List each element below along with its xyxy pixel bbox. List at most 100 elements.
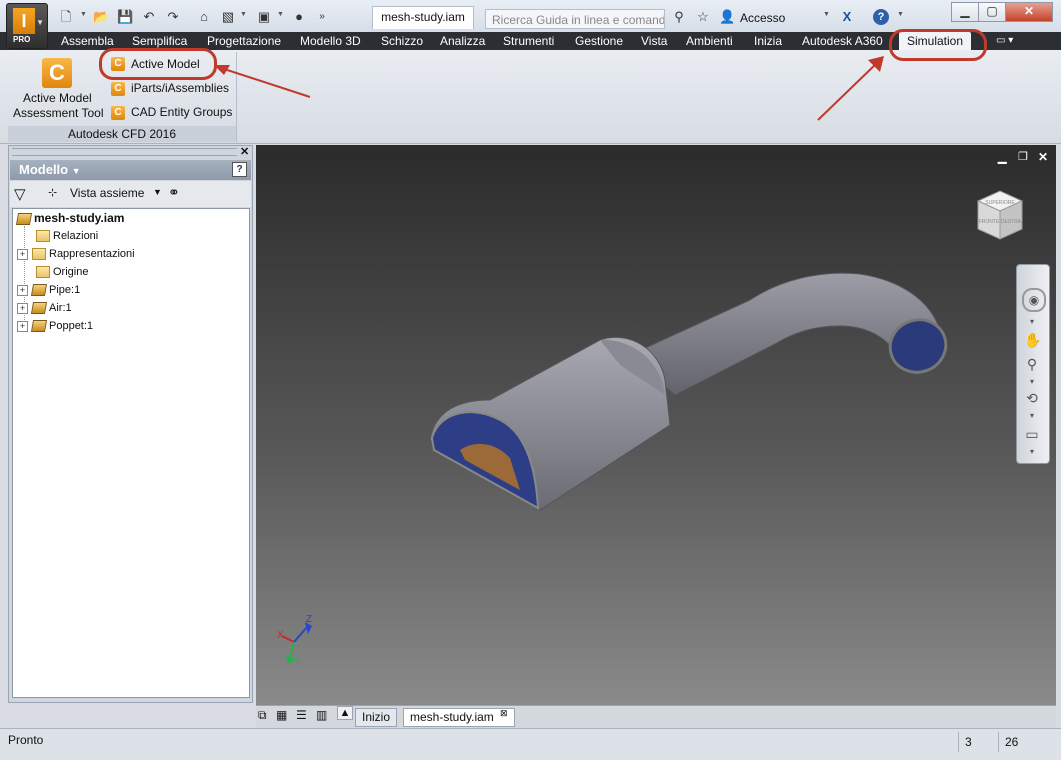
browser-title[interactable]: Modello — [19, 162, 68, 177]
tree-item[interactable]: Origine — [36, 263, 88, 281]
chevron-down-icon[interactable]: ▼ — [240, 11, 247, 18]
assessment-tool-label-2[interactable]: Assessment Tool — [13, 106, 104, 120]
arrange-horizontal-icon[interactable]: ☰ — [296, 708, 307, 722]
pro-badge: PRO — [13, 35, 31, 44]
look-at-icon[interactable]: ▭ — [1024, 426, 1040, 442]
close-tab-icon[interactable]: ⊠ — [500, 708, 508, 719]
assembly-icon — [15, 212, 33, 225]
minimize-button[interactable]: ▁ — [951, 2, 979, 22]
cad-entity-groups-button[interactable]: CAD Entity Groups — [131, 105, 232, 119]
close-window-button[interactable]: ✕ — [1005, 2, 1053, 22]
tree-item[interactable]: + Pipe:1 — [17, 281, 80, 299]
viewcube-top-label: SUPERIORE — [985, 200, 1015, 206]
infocenter-search-icon[interactable]: ⚲ — [671, 9, 687, 25]
redo-icon[interactable]: ↷ — [165, 9, 181, 25]
tab-schizzo[interactable]: Schizzo — [381, 32, 423, 50]
3d-model-mesh-study[interactable] — [420, 260, 960, 520]
ribbon-display-options-icon[interactable]: ▭ ▾ — [996, 32, 1013, 50]
viewcube[interactable]: SUPERIORE FRONTE DESTRA — [970, 185, 1030, 245]
home-icon[interactable]: ⌂ — [196, 9, 212, 25]
signin-link[interactable]: Accesso — [740, 11, 785, 25]
axis-triad: Z X Y — [277, 614, 312, 667]
application-menu-button[interactable]: I PRO ▼ — [6, 3, 48, 49]
chevron-down-icon[interactable]: ▼ — [897, 11, 904, 18]
tab-ambienti[interactable]: Ambienti — [686, 32, 733, 50]
expand-icon[interactable]: + — [17, 248, 28, 260]
tab-modello-3d[interactable]: Modello 3D — [300, 32, 361, 50]
chevron-down-icon[interactable]: ▾ — [1024, 374, 1040, 390]
overflow-icon[interactable]: » — [314, 9, 330, 25]
viewcube-front-label: FRONTE — [979, 219, 1000, 225]
tree-item[interactable]: Relazioni — [36, 227, 98, 245]
tab-inizia[interactable]: Inizia — [754, 32, 782, 50]
new-file-icon[interactable]: 🗋 — [58, 9, 74, 25]
viewcube-right-label: DESTRA — [1001, 219, 1022, 225]
maximize-button[interactable]: ▢ — [978, 2, 1006, 22]
help-icon[interactable]: ? — [232, 162, 247, 177]
help-icon[interactable]: ? — [873, 9, 889, 25]
select-icon[interactable]: ▣ — [256, 9, 272, 25]
undo-icon[interactable]: ↶ — [141, 9, 157, 25]
panel-grip[interactable] — [12, 148, 237, 156]
appearance-icon[interactable]: ● — [291, 9, 307, 25]
chevron-down-icon[interactable]: ▼ — [277, 11, 284, 18]
filter-icon[interactable]: ▽ — [14, 185, 26, 203]
tree-item[interactable]: + Rappresentazioni — [17, 245, 135, 263]
tab-analizza[interactable]: Analizza — [440, 32, 485, 50]
tab-assembla[interactable]: Assembla — [61, 32, 114, 50]
pan-hand-icon[interactable]: ✋ — [1024, 332, 1041, 348]
tab-autodesk-a360[interactable]: Autodesk A360 — [802, 32, 883, 50]
browser-header: Modello ▼ ? — [10, 160, 251, 180]
steering-wheel-icon[interactable]: ◉ — [1022, 288, 1046, 312]
chevron-down-icon[interactable]: ▾ — [1024, 408, 1040, 424]
zoom-icon[interactable]: ⚲ — [1024, 356, 1040, 372]
arrange-vertical-icon[interactable]: ▥ — [316, 708, 327, 722]
close-panel-icon[interactable]: ✕ — [240, 145, 249, 158]
tab-strumenti[interactable]: Strumenti — [503, 32, 554, 50]
tree-item[interactable]: + Poppet:1 — [17, 317, 93, 335]
expand-icon[interactable]: + — [17, 302, 28, 314]
tree-item[interactable]: + Air:1 — [17, 299, 72, 317]
exchange-apps-icon[interactable]: X — [839, 9, 855, 25]
viewport-minimize-icon[interactable]: ▁ — [998, 151, 1006, 164]
cascade-icon[interactable]: ⧉ — [258, 708, 267, 723]
cfd-iparts-icon: C — [111, 82, 125, 96]
tab-list-icon[interactable]: ▲ — [337, 706, 353, 720]
open-icon[interactable]: 📂 — [93, 9, 109, 25]
tab-inizio[interactable]: Inizio — [355, 708, 398, 727]
viewport-maximize-icon[interactable]: ❐ — [1018, 150, 1028, 163]
cfd-assessment-icon[interactable]: C — [42, 58, 72, 88]
folder-icon — [36, 230, 50, 243]
assembly-view-icon[interactable]: ⊹ — [48, 186, 57, 199]
tile-icon[interactable]: ▦ — [276, 708, 287, 722]
annotation-arrow-left — [214, 65, 311, 98]
status-bar — [0, 728, 1061, 760]
expand-icon[interactable]: + — [17, 320, 28, 332]
chevron-down-icon[interactable]: ▼ — [72, 166, 81, 176]
chevron-down-icon[interactable]: ▼ — [153, 187, 162, 197]
tree-root[interactable]: mesh-study.iam — [15, 209, 124, 227]
viewport-close-icon[interactable]: ✕ — [1038, 150, 1048, 164]
tab-vista[interactable]: Vista — [641, 32, 667, 50]
favorites-star-icon[interactable]: ☆ — [695, 9, 711, 25]
tab-gestione[interactable]: Gestione — [575, 32, 623, 50]
user-icon[interactable]: 👤 — [719, 9, 735, 25]
chevron-down-icon[interactable]: ▾ — [1024, 314, 1040, 330]
panel-title[interactable]: Autodesk CFD 2016 — [8, 126, 236, 142]
save-icon[interactable]: 💾 — [117, 9, 133, 25]
document-title: mesh-study.iam — [372, 6, 474, 29]
orbit-icon[interactable]: ⟲ — [1024, 390, 1040, 406]
view-assembly-dropdown[interactable]: Vista assieme — [70, 186, 144, 200]
update-icon[interactable]: ▧ — [220, 9, 236, 25]
chevron-down-icon[interactable]: ▼ — [823, 11, 830, 18]
tab-progettazione[interactable]: Progettazione — [207, 32, 281, 50]
assessment-tool-label-1[interactable]: Active Model — [23, 91, 92, 105]
find-binoculars-icon[interactable]: ⚭ — [168, 184, 180, 201]
tab-mesh-study[interactable]: mesh-study.iam — [403, 708, 515, 727]
cfd-entity-groups-icon: C — [111, 106, 125, 120]
expand-icon[interactable]: + — [17, 284, 28, 296]
chevron-down-icon[interactable]: ▾ — [1024, 444, 1040, 460]
chevron-down-icon[interactable]: ▼ — [80, 11, 87, 18]
help-search-input[interactable]: Ricerca Guida in linea e comand — [485, 9, 665, 29]
folder-icon — [36, 266, 50, 279]
